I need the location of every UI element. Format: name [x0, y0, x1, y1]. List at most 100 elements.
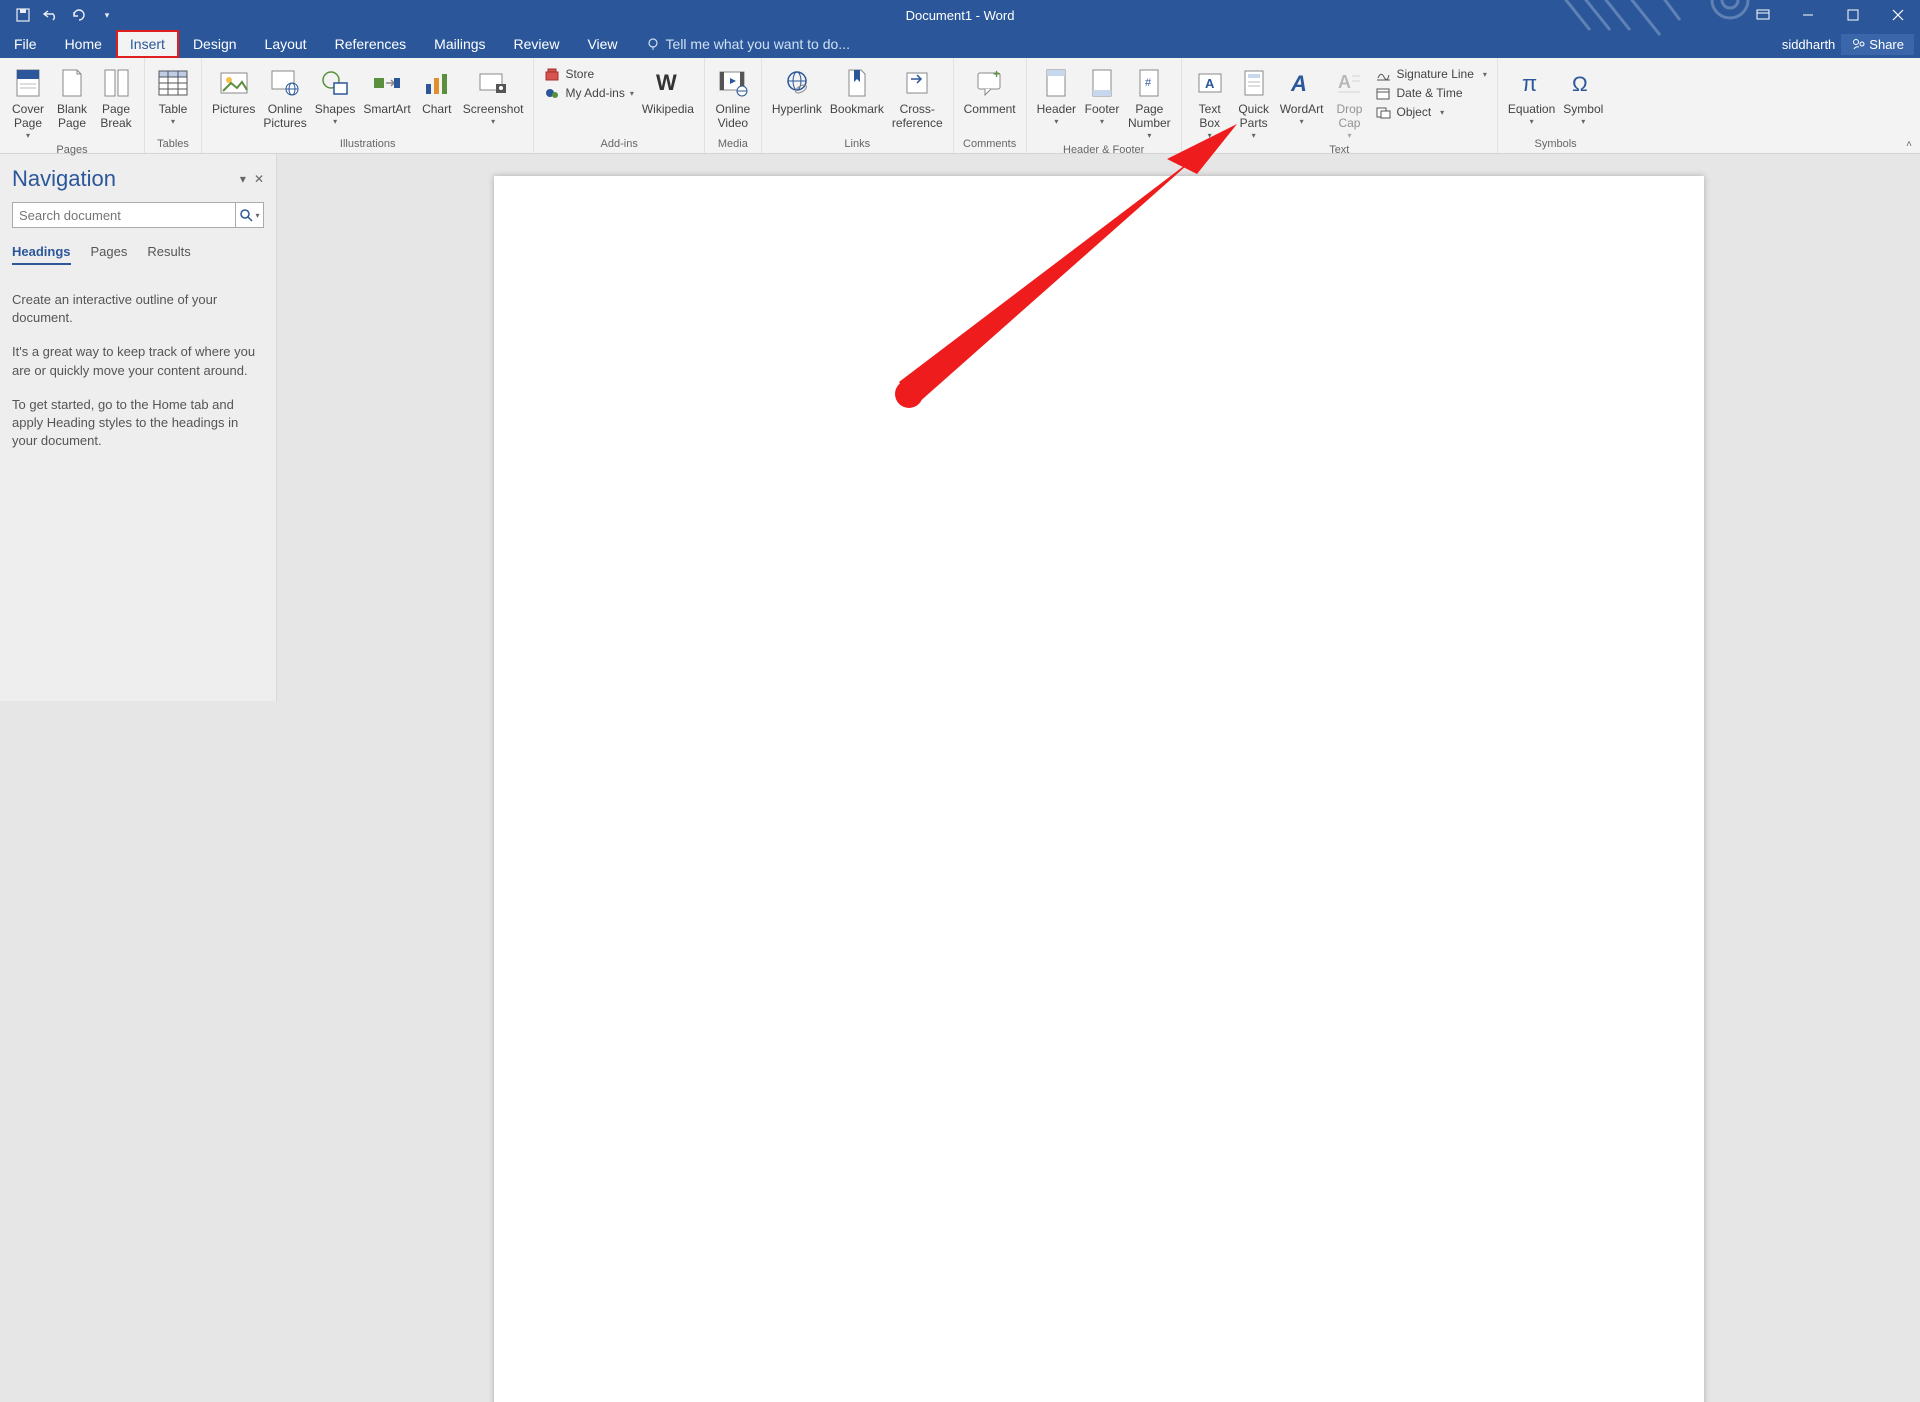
wikipedia-icon: W	[651, 66, 685, 100]
screenshot-button[interactable]: Screenshot▾	[459, 62, 528, 128]
user-name[interactable]: siddharth	[1782, 37, 1835, 52]
save-icon[interactable]	[15, 7, 31, 23]
tab-home[interactable]: Home	[51, 30, 116, 58]
page-break-button[interactable]: Page Break	[94, 62, 138, 133]
tab-file[interactable]: File	[0, 30, 51, 58]
svg-text:#: #	[1145, 77, 1152, 89]
ribbon: Cover Page▾ Blank Page Page Break Pages …	[0, 58, 1920, 154]
date-time-button[interactable]: Date & Time	[1375, 85, 1486, 101]
chart-button[interactable]: Chart	[415, 62, 459, 119]
share-button[interactable]: Share	[1841, 34, 1914, 55]
object-icon	[1375, 104, 1391, 120]
collapse-ribbon-icon[interactable]: ˄	[1906, 139, 1912, 150]
blank-page-button[interactable]: Blank Page	[50, 62, 94, 133]
pictures-icon	[217, 66, 251, 100]
equation-button[interactable]: π Equation▾	[1504, 62, 1559, 128]
footer-button[interactable]: Footer▾	[1080, 62, 1124, 128]
search-icon	[239, 208, 253, 222]
minimize-icon[interactable]	[1785, 0, 1830, 30]
svg-text:A: A	[1205, 76, 1215, 91]
comment-button[interactable]: + Comment	[960, 62, 1020, 119]
hyperlink-button[interactable]: Hyperlink	[768, 62, 826, 119]
tab-references[interactable]: References	[321, 30, 421, 58]
signature-line-button[interactable]: Signature Line▾	[1375, 66, 1486, 82]
group-links: Hyperlink Bookmark Cross- reference Link…	[762, 58, 954, 153]
table-icon	[156, 66, 190, 100]
wikipedia-button[interactable]: W Wikipedia	[638, 62, 698, 119]
group-label-illustrations: Illustrations	[202, 136, 533, 153]
svg-text:+: +	[993, 69, 1000, 81]
page-break-icon	[99, 66, 133, 100]
redo-icon[interactable]	[71, 7, 87, 23]
group-label-media: Media	[705, 136, 761, 153]
wordart-button[interactable]: A WordArt▾	[1276, 62, 1328, 128]
group-label-links: Links	[762, 136, 953, 153]
bookmark-icon	[840, 66, 874, 100]
bookmark-button[interactable]: Bookmark	[826, 62, 888, 119]
store-button[interactable]: Store	[544, 66, 633, 82]
smartart-button[interactable]: SmartArt	[359, 62, 414, 119]
crossref-icon	[900, 66, 934, 100]
hyperlink-icon	[780, 66, 814, 100]
nav-tab-results[interactable]: Results	[147, 244, 190, 265]
lightbulb-icon	[646, 37, 660, 51]
tab-layout[interactable]: Layout	[251, 30, 321, 58]
tab-insert[interactable]: Insert	[116, 30, 179, 58]
qat-customize-icon[interactable]: ▾	[99, 7, 115, 23]
online-video-button[interactable]: Online Video	[711, 62, 755, 133]
shapes-button[interactable]: Shapes▾	[311, 62, 360, 128]
workspace: Navigation ▾ ✕ ▾ Headings Pages Results …	[0, 154, 1920, 701]
share-icon	[1851, 37, 1865, 51]
drop-cap-button[interactable]: A Drop Cap▾	[1327, 62, 1371, 142]
group-label-symbols: Symbols	[1498, 136, 1613, 153]
text-box-button[interactable]: A Text Box▾	[1188, 62, 1232, 142]
ribbon-display-options-icon[interactable]	[1740, 0, 1785, 30]
document-page[interactable]	[494, 176, 1704, 1402]
search-box[interactable]: ▾	[12, 202, 264, 228]
nav-close-icon[interactable]: ✕	[254, 172, 264, 186]
quick-parts-button[interactable]: Quick Parts▾	[1232, 62, 1276, 142]
document-title: Document1 - Word	[906, 8, 1015, 23]
header-button[interactable]: Header▾	[1033, 62, 1080, 128]
group-comments: + Comment Comments	[954, 58, 1027, 153]
symbol-icon: Ω	[1566, 66, 1600, 100]
page-number-icon: #	[1132, 66, 1166, 100]
shapes-icon	[318, 66, 352, 100]
blank-page-icon	[55, 66, 89, 100]
nav-tab-pages[interactable]: Pages	[91, 244, 128, 265]
tell-me-box[interactable]: Tell me what you want to do...	[632, 30, 850, 58]
nav-dropdown-icon[interactable]: ▾	[240, 172, 246, 186]
table-button[interactable]: Table▾	[151, 62, 195, 128]
nav-tab-headings[interactable]: Headings	[12, 244, 71, 265]
nav-tabs: Headings Pages Results	[12, 244, 264, 265]
my-addins-button[interactable]: My Add-ins ▾	[544, 85, 633, 101]
search-button[interactable]: ▾	[235, 203, 263, 227]
tab-mailings[interactable]: Mailings	[420, 30, 499, 58]
svg-text:A: A	[1290, 71, 1307, 96]
close-icon[interactable]	[1875, 0, 1920, 30]
tab-view[interactable]: View	[573, 30, 631, 58]
group-addins: Store My Add-ins ▾ W Wikipedia Add-ins	[534, 58, 704, 153]
maximize-icon[interactable]	[1830, 0, 1875, 30]
user-area: siddharth Share	[1782, 30, 1920, 58]
textbox-icon: A	[1193, 66, 1227, 100]
chart-icon	[420, 66, 454, 100]
quick-access-toolbar: ▾	[0, 7, 115, 23]
page-number-button[interactable]: # Page Number▾	[1124, 62, 1175, 142]
tab-design[interactable]: Design	[179, 30, 251, 58]
search-input[interactable]	[13, 208, 235, 223]
equation-icon: π	[1515, 66, 1549, 100]
undo-icon[interactable]	[43, 7, 59, 23]
footer-icon	[1085, 66, 1119, 100]
datetime-icon	[1375, 85, 1391, 101]
pictures-button[interactable]: Pictures	[208, 62, 259, 119]
document-area[interactable]	[277, 154, 1920, 701]
symbol-button[interactable]: Ω Symbol▾	[1559, 62, 1607, 128]
svg-text:W: W	[656, 71, 677, 95]
online-pictures-button[interactable]: Online Pictures	[259, 62, 310, 133]
tab-review[interactable]: Review	[500, 30, 574, 58]
cover-page-button[interactable]: Cover Page▾	[6, 62, 50, 142]
cross-reference-button[interactable]: Cross- reference	[888, 62, 947, 133]
navigation-pane: Navigation ▾ ✕ ▾ Headings Pages Results …	[0, 154, 277, 701]
object-button[interactable]: Object▾	[1375, 104, 1486, 120]
